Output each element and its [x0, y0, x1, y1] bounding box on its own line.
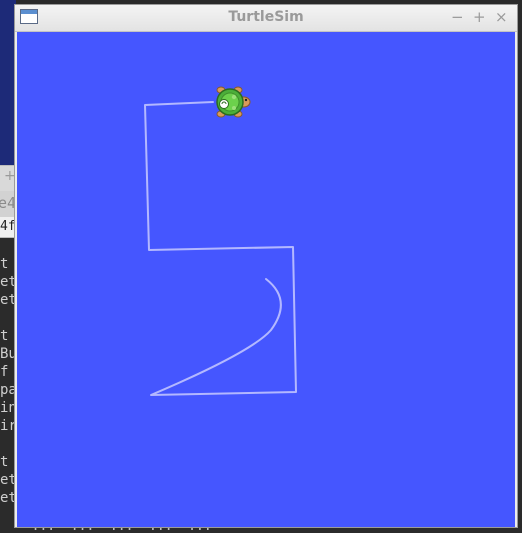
turtle-canvas-svg [144, 86, 297, 396]
turtlesim-window[interactable]: TurtleSim − + × [14, 4, 518, 528]
terminal-line: t [0, 256, 9, 272]
pen-trail [144, 101, 297, 396]
terminal-line: t [0, 454, 9, 470]
turtle-icon [216, 86, 251, 118]
terminal-line: t [0, 328, 9, 344]
window-titlebar[interactable]: TurtleSim − + × [15, 5, 517, 32]
terminal-bottom-text: ... ... ... ... ... [16, 528, 522, 533]
window-title: TurtleSim [228, 9, 304, 25]
turtle-canvas [17, 32, 515, 527]
minimize-button[interactable]: − [451, 7, 464, 27]
close-button[interactable]: × [495, 7, 508, 27]
maximize-button[interactable]: + [473, 7, 486, 27]
terminal-bottom-fragment: ... ... ... ... ... [16, 528, 212, 533]
terminal-line: f [0, 364, 9, 380]
